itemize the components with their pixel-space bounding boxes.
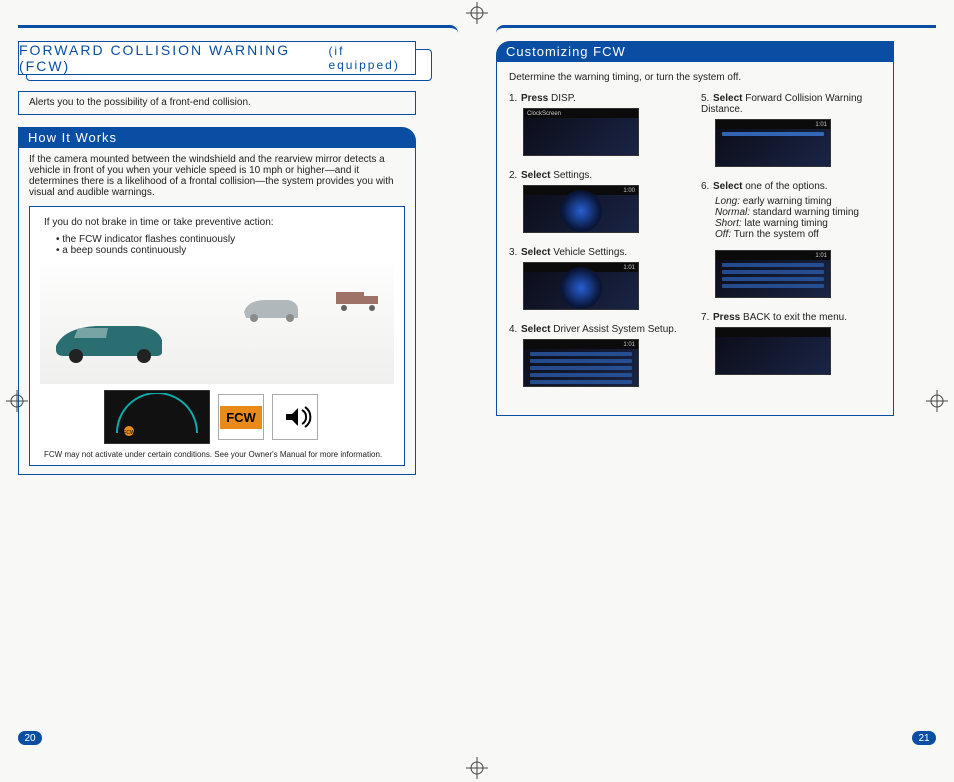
vehicle-ahead-icon — [240, 292, 302, 324]
step-6: 6.Select one of the options. — [701, 181, 881, 192]
fcw-options: Long: early warning timing Normal: stand… — [715, 196, 881, 240]
top-rule — [18, 25, 458, 33]
how-it-works-header: How It Works — [18, 127, 416, 148]
vehicle-truck-icon — [334, 286, 382, 312]
steps-col-left: 1.Press DISP. ClockScreen 2.Select Setti… — [509, 93, 689, 401]
screen-driver-assist: 1:01 — [523, 339, 639, 387]
fcw-badge: FCW — [218, 394, 264, 440]
screen-vehicle-settings: 1:01 — [523, 262, 639, 310]
step-2: 2.Select Settings. — [509, 170, 689, 181]
fcw-footnote: FCW may not activate under certain condi… — [44, 450, 390, 459]
beep-icon — [272, 394, 318, 440]
customizing-header: Customizing FCW — [496, 41, 894, 62]
step-4: 4.Select Driver Assist System Setup. — [509, 324, 689, 335]
screen-fcw-distance: 1:01 — [715, 119, 831, 167]
customizing-body: Determine the warning timing, or turn th… — [496, 62, 894, 416]
title-main: FORWARD COLLISION WARNING (FCW) — [19, 42, 325, 74]
fcw-badge-label: FCW — [220, 406, 262, 429]
demo-intro: If you do not brake in time or take prev… — [44, 217, 390, 228]
vehicle-own-icon — [48, 312, 168, 364]
how-it-works-body: If the camera mounted between the windsh… — [18, 148, 416, 475]
screen-settings: 1:00 — [523, 185, 639, 233]
alert-text: Alerts you to the possibility of a front… — [29, 97, 251, 108]
screen-disp: ClockScreen — [523, 108, 639, 156]
crop-mark-icon — [466, 757, 488, 779]
dashboard-indicator-icon: FCW — [104, 390, 210, 444]
page-title-block: FORWARD COLLISION WARNING (FCW) (if equi… — [18, 41, 458, 75]
step-1: 1.Press DISP. — [509, 93, 689, 104]
page-left: FORWARD COLLISION WARNING (FCW) (if equi… — [18, 25, 458, 781]
indicator-row: FCW FCW — [44, 390, 390, 444]
screen-options: 1:01 — [715, 250, 831, 298]
demo-bullet-1: • the FCW indicator flashes continuously — [56, 234, 390, 245]
step-7: 7.Press BACK to exit the menu. — [701, 312, 881, 323]
demo-panel: If you do not brake in time or take prev… — [29, 206, 405, 466]
step-3: 3.Select Vehicle Settings. — [509, 247, 689, 258]
steps-col-right: 5.Select Forward Collision Warning Dista… — [701, 93, 881, 401]
demo-bullet-2: • a beep sounds continuously — [56, 245, 390, 256]
customizing-intro: Determine the warning timing, or turn th… — [509, 72, 881, 83]
crop-mark-icon — [466, 2, 488, 24]
screen-back — [715, 327, 831, 375]
page-title: FORWARD COLLISION WARNING (FCW) (if equi… — [18, 41, 416, 75]
alert-box: Alerts you to the possibility of a front… — [18, 91, 416, 115]
title-sub: (if equipped) — [328, 44, 415, 72]
collision-scene — [40, 264, 394, 384]
page-number-left: 20 — [18, 731, 42, 745]
top-rule — [496, 25, 936, 33]
svg-text:FCW: FCW — [123, 430, 135, 436]
page-number-right: 21 — [912, 731, 936, 745]
page-right: Customizing FCW Determine the warning ti… — [496, 25, 936, 781]
step-5: 5.Select Forward Collision Warning Dista… — [701, 93, 881, 115]
how-it-works-text: If the camera mounted between the windsh… — [29, 154, 405, 198]
